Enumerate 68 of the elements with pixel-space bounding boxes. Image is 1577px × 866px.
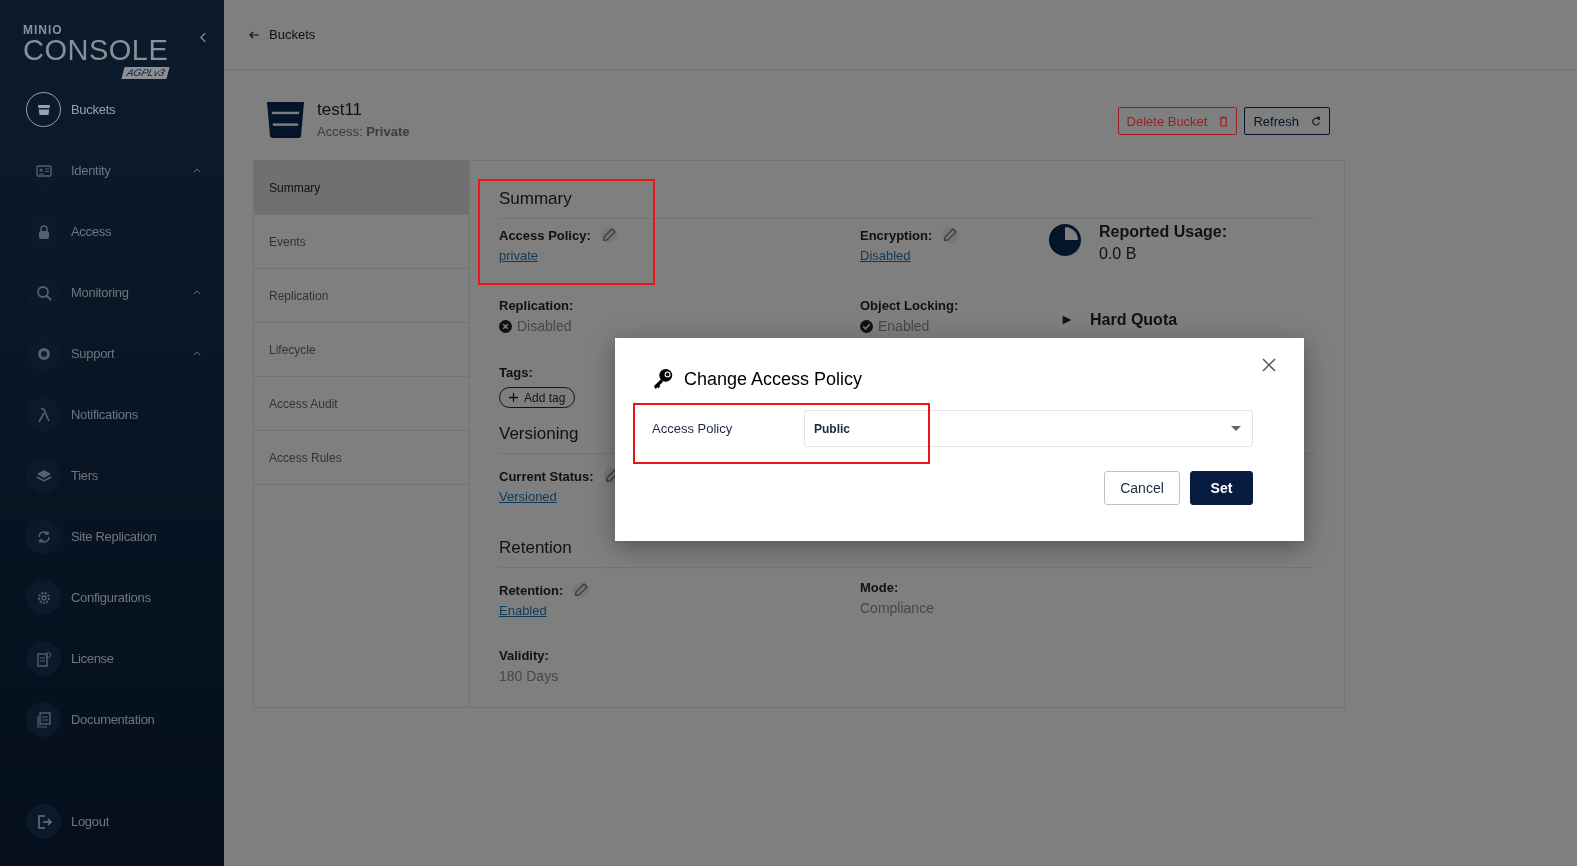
section-title: Summary (499, 189, 1316, 219)
field-value: 180 Days (499, 668, 560, 684)
id-card-icon (35, 162, 52, 179)
dropdown-caret-icon (1231, 426, 1241, 431)
close-icon[interactable] (1262, 358, 1276, 372)
menu-item[interactable]: Access (0, 201, 224, 262)
field-label: Access Policy (652, 421, 734, 436)
documents-icon (35, 711, 52, 728)
cancel-button[interactable]: Cancel (1104, 471, 1180, 505)
field-label: Tags: (499, 364, 533, 380)
field-label: Access Policy: (499, 227, 591, 243)
quota-label: Hard Quota (1090, 310, 1178, 329)
field-label: Encryption: (860, 227, 933, 243)
field-label: Retention: (499, 582, 564, 598)
menu-item[interactable]: Buckets (0, 79, 224, 140)
tab[interactable]: Events (254, 215, 469, 269)
plus-icon (509, 393, 518, 402)
layers-icon (35, 467, 52, 484)
collapse-icon[interactable] (200, 32, 207, 43)
tab[interactable]: Access Rules (254, 431, 469, 485)
menu-item[interactable]: Support (0, 323, 224, 384)
field-label: Current Status: (499, 468, 594, 484)
usage-value: 0.0 B (1099, 245, 1138, 263)
logo: MINIO CONSOLE AGPLv3 (23, 24, 169, 79)
key-icon (651, 368, 675, 390)
refresh-icon (1311, 115, 1321, 127)
back-arrow-icon (249, 30, 259, 39)
logout-icon (35, 813, 52, 830)
status-text: Enabled (878, 318, 930, 334)
tab[interactable]: Replication (254, 269, 469, 323)
refresh-button[interactable]: Refresh (1244, 107, 1330, 135)
status-text: Disabled (517, 318, 572, 334)
bucket-access: Access: Private (317, 124, 411, 139)
field-value: Compliance (860, 600, 935, 616)
menu-item[interactable]: Tiers (0, 445, 224, 506)
document-check-icon (35, 650, 52, 667)
menu-item[interactable]: Documentation (0, 689, 224, 750)
menu-item[interactable]: Monitoring (0, 262, 224, 323)
menu-item[interactable]: Configurations (0, 567, 224, 628)
retention-link[interactable]: Enabled (499, 603, 860, 618)
set-button[interactable]: Set (1190, 471, 1253, 505)
lambda-icon (35, 406, 52, 423)
policy-select[interactable]: Public (804, 410, 1253, 447)
trash-icon (1219, 115, 1229, 127)
menu-item[interactable]: Site Replication (0, 506, 224, 567)
menu-item[interactable]: License (0, 628, 224, 689)
encryption-link[interactable]: Disabled (860, 248, 1048, 263)
field-label: Object Locking: (860, 297, 959, 313)
gear-icon (35, 589, 52, 606)
field-label: Validity: (499, 647, 549, 663)
arrow-icon (1061, 313, 1073, 326)
bucket-icon (266, 100, 305, 139)
search-icon (35, 284, 52, 301)
bucket-name: test11 (317, 99, 364, 121)
pie-chart-icon (1048, 223, 1082, 257)
usage-label: Reported Usage: (1099, 223, 1228, 241)
dialog-title: Change Access Policy (684, 368, 863, 390)
field-label: Replication: (499, 297, 574, 313)
tab[interactable]: Lifecycle (254, 323, 469, 377)
tab[interactable]: Access Audit (254, 377, 469, 431)
sync-icon (35, 528, 52, 545)
menu-item[interactable]: Notifications (0, 384, 224, 445)
logout-button[interactable]: Logout (0, 791, 224, 852)
back-link[interactable]: Buckets (249, 27, 316, 42)
field-label: Mode: (860, 579, 899, 595)
access-policy-link[interactable]: private (499, 248, 860, 263)
menu-item[interactable]: Identity (0, 140, 224, 201)
tab[interactable]: Summary (254, 161, 469, 215)
